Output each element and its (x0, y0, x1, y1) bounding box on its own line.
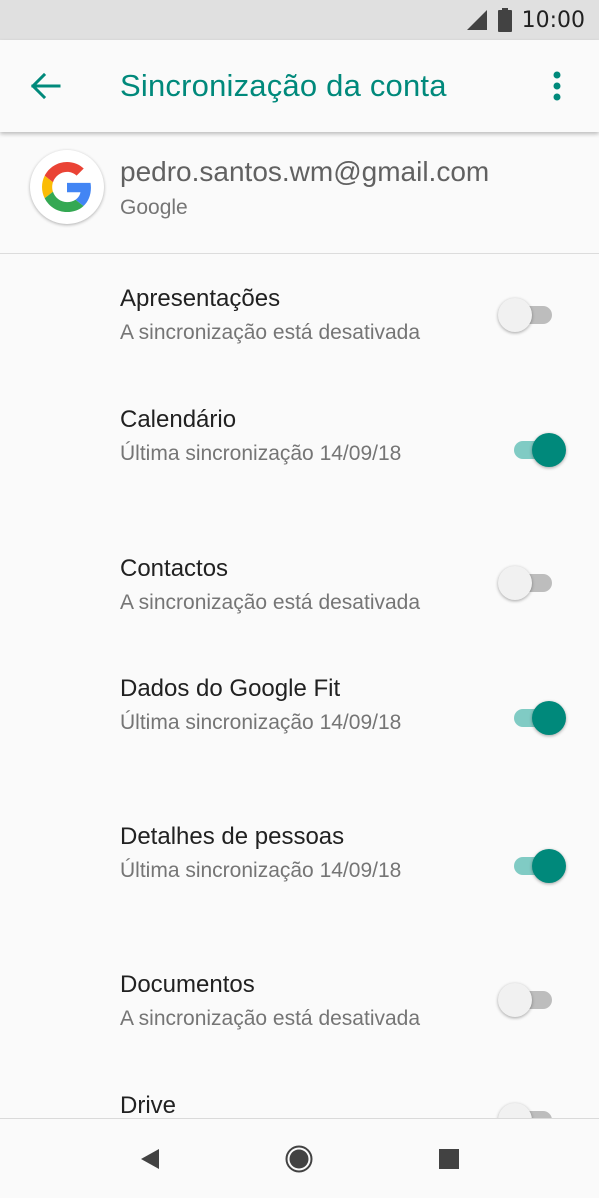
app-bar: Sincronização da conta (0, 40, 599, 132)
sync-toggle[interactable] (498, 980, 558, 1020)
sync-item-subtitle: A sincronização está desativada (120, 1007, 421, 1030)
sync-item-documentos[interactable]: Documentos A sincronização está desativa… (0, 971, 599, 1051)
battery-icon (497, 8, 512, 32)
sync-item-title: Drive (120, 1092, 177, 1119)
sync-item-detalhes-pessoas[interactable]: Detalhes de pessoas Última sincronização… (0, 823, 599, 903)
sync-toggle[interactable] (506, 846, 566, 886)
navigation-bar (0, 1118, 599, 1198)
nav-recents-button[interactable] (427, 1139, 471, 1179)
more-options-button[interactable] (535, 66, 579, 106)
status-time: 10:00 (521, 7, 585, 33)
sync-toggle[interactable] (506, 430, 566, 470)
sync-item-subtitle: Última sincronização 14/09/18 (120, 859, 402, 882)
sync-item-google-fit[interactable]: Dados do Google Fit Última sincronização… (0, 675, 599, 755)
sync-item-title: Calendário (120, 406, 237, 433)
account-type: Google (120, 196, 188, 219)
sync-item-calendario[interactable]: Calendário Última sincronização 14/09/18 (0, 406, 599, 486)
account-header: pedro.santos.wm@gmail.com Google (0, 134, 599, 254)
nav-home-icon (285, 1145, 313, 1173)
sync-item-subtitle: A sincronização está desativada (120, 321, 421, 344)
nav-back-icon (141, 1149, 159, 1169)
account-avatar (30, 150, 104, 224)
sync-item-title: Apresentações (120, 285, 281, 312)
sync-item-title: Dados do Google Fit (120, 675, 341, 702)
sync-item-title: Detalhes de pessoas (120, 823, 345, 850)
sync-item-subtitle: A sincronização está desativada (120, 591, 421, 614)
back-button[interactable] (22, 66, 70, 106)
sync-toggle[interactable] (506, 698, 566, 738)
google-logo-icon (42, 162, 91, 212)
status-icons: 10:00 (466, 6, 585, 34)
sync-item-subtitle: Última sincronização 14/09/18 (120, 711, 402, 734)
sync-item-subtitle: Última sincronização 14/09/18 (120, 442, 402, 465)
nav-back-button[interactable] (128, 1139, 172, 1179)
more-vert-icon (553, 71, 561, 101)
sync-item-title: Documentos (120, 971, 255, 998)
sync-item-contactos[interactable]: Contactos A sincronização está desativad… (0, 555, 599, 635)
sync-toggle[interactable] (498, 563, 558, 603)
account-email: pedro.santos.wm@gmail.com (120, 156, 490, 187)
sync-toggle[interactable] (498, 295, 558, 335)
status-bar: 10:00 (0, 0, 599, 40)
page-title: Sincronização da conta (120, 68, 447, 103)
arrow-back-icon (31, 73, 61, 99)
signal-icon (466, 10, 487, 30)
nav-home-button[interactable] (277, 1139, 321, 1179)
nav-recents-icon (439, 1149, 459, 1169)
sync-item-apresentacoes[interactable]: Apresentações A sincronização está desat… (0, 285, 599, 365)
sync-item-title: Contactos (120, 555, 229, 582)
